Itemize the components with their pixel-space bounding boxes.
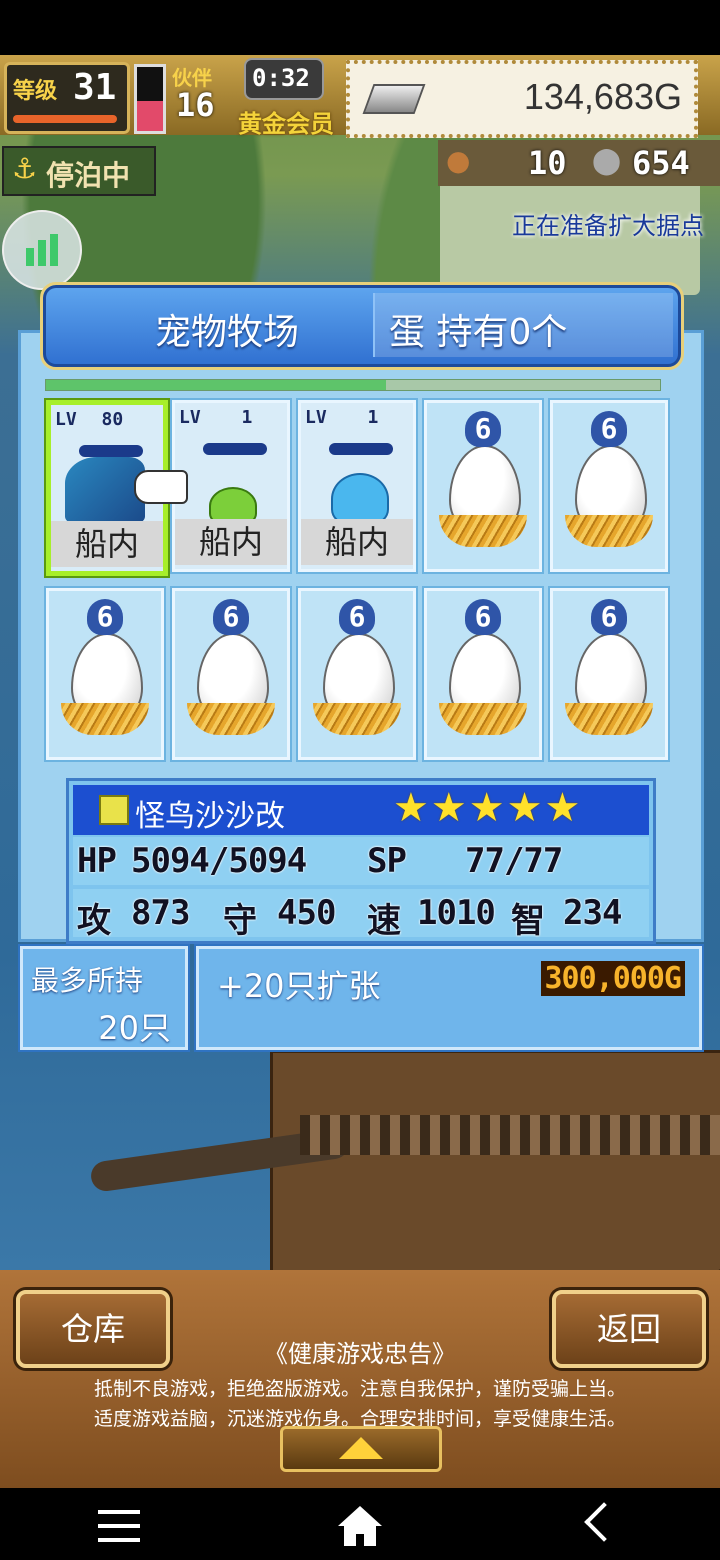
max-capacity-box: 最多所持 20只 bbox=[20, 946, 188, 1050]
def-label: 守 bbox=[223, 901, 257, 941]
dragon-pet-sprite bbox=[65, 457, 145, 523]
capacity-label: 最多所持 bbox=[31, 964, 144, 997]
bottom-bar: 仓库 返回 《健康游戏忠告》 抵制不良游戏，拒绝盗版游戏。注意自我保护，谨防受骗… bbox=[0, 1270, 720, 1488]
atk-value: 873 bbox=[131, 893, 190, 933]
nest-icon bbox=[439, 703, 527, 735]
atk-label: 攻 bbox=[77, 901, 111, 941]
pet-info-panel: 怪鸟沙沙改 ★★★★★ HP 5094/5094 SP 77/77 攻 873 … bbox=[66, 778, 656, 944]
tab-pet-ranch[interactable]: 宠物牧场 bbox=[155, 303, 299, 355]
gold-display: 134,683G bbox=[346, 60, 698, 138]
advisory-title: 《健康游戏忠告》 bbox=[264, 1340, 456, 1368]
nest-icon bbox=[439, 515, 527, 547]
nest-icon bbox=[313, 703, 401, 735]
timer-value: 0:32 bbox=[252, 64, 310, 92]
egg-slot-5[interactable]: 6 bbox=[550, 400, 668, 572]
egg-slot-7[interactable]: 6 bbox=[172, 588, 290, 760]
egg-slot-8[interactable]: 6 bbox=[298, 588, 416, 760]
gold-amount: 134,683G bbox=[523, 76, 682, 117]
menu-icon[interactable] bbox=[98, 1510, 140, 1542]
nest-icon bbox=[565, 515, 653, 547]
water-slime-pet-sprite bbox=[331, 473, 389, 525]
pet-slot-3[interactable]: LV 1 船内 bbox=[298, 400, 416, 572]
counter-b: 654 bbox=[632, 144, 690, 182]
rank-value: 16 bbox=[176, 86, 215, 124]
expand-up-button[interactable] bbox=[280, 1426, 442, 1472]
nest-icon bbox=[61, 703, 149, 735]
slot-level-bar: LV 80 bbox=[55, 409, 124, 430]
egg-number: 6 bbox=[213, 599, 249, 635]
pet-slot-2[interactable]: LV 1 船内 bbox=[172, 400, 290, 572]
chart-icon bbox=[26, 248, 34, 266]
egg-number: 6 bbox=[591, 599, 627, 635]
expand-cost: 300,000G bbox=[540, 961, 685, 996]
int-label: 智 bbox=[511, 901, 545, 941]
pet-name: 怪鸟沙沙改 bbox=[135, 799, 285, 834]
cannonball-icon: ● bbox=[446, 144, 471, 177]
egg-slot-4[interactable]: 6 bbox=[424, 400, 542, 572]
pet-name-bar: 怪鸟沙沙改 ★★★★★ bbox=[73, 785, 649, 835]
docked-badge: ⚓ 停泊中 bbox=[2, 146, 156, 196]
advisory-line-1: 抵制不良游戏，拒绝盗版游戏。注意自我保护，谨防受骗上当。 bbox=[93, 1378, 626, 1400]
pointer-hand-icon bbox=[134, 470, 188, 504]
spd-value: 1010 bbox=[417, 893, 496, 933]
sp-value: 77/77 bbox=[465, 841, 563, 881]
exp-bar bbox=[13, 115, 117, 123]
panel-progress-bar bbox=[45, 379, 661, 391]
nest-icon bbox=[565, 703, 653, 735]
slot-location-label: 船内 bbox=[301, 519, 413, 565]
anchor-icon: ⚓ bbox=[12, 152, 38, 185]
expand-label: +20只扩张 bbox=[217, 967, 381, 1005]
level-label: 等级 bbox=[13, 79, 58, 104]
sp-label: SP bbox=[367, 841, 407, 881]
panel-header: 宠物牧场 蛋 持有0个 bbox=[40, 282, 684, 370]
nest-icon bbox=[187, 703, 275, 735]
hp-value: 5094/5094 bbox=[131, 841, 307, 881]
back-nav-icon[interactable] bbox=[584, 1502, 624, 1542]
egg-number: 6 bbox=[465, 599, 501, 635]
resource-counter: ● 10 ⬤ 654 bbox=[438, 140, 720, 186]
def-value: 450 bbox=[277, 893, 336, 933]
base-notice: 正在准备扩大据点 bbox=[512, 212, 704, 240]
expand-capacity-button[interactable]: +20只扩张 300,000G bbox=[196, 946, 702, 1050]
membership-label: 黄金会员 bbox=[238, 110, 334, 138]
stats-float-button[interactable] bbox=[2, 210, 82, 290]
capacity-value: 20只 bbox=[98, 1009, 171, 1047]
stat-row-hp-sp: HP 5094/5094 SP 77/77 bbox=[73, 837, 649, 885]
egg-count: 蛋 持有0个 bbox=[389, 312, 568, 353]
int-value: 234 bbox=[563, 893, 622, 933]
spd-label: 速 bbox=[367, 901, 401, 941]
egg-slot-6[interactable]: 6 bbox=[46, 588, 164, 760]
egg-slot-10[interactable]: 6 bbox=[550, 588, 668, 760]
hp-label: HP bbox=[77, 841, 117, 881]
stamina-gauge bbox=[134, 64, 166, 134]
docked-text: 停泊中 bbox=[46, 159, 131, 192]
slot-location-label: 船内 bbox=[51, 521, 163, 567]
slot-level-bar: LV 1 bbox=[305, 407, 379, 428]
stat-row-attributes: 攻 873 守 450 速 1010 智 234 bbox=[73, 889, 649, 941]
counter-a: 10 bbox=[528, 144, 567, 182]
slot-location-label: 船内 bbox=[175, 519, 287, 565]
egg-number: 6 bbox=[87, 599, 123, 635]
rarity-stars: ★★★★★ bbox=[393, 785, 583, 831]
system-navigation-bar bbox=[0, 1488, 720, 1560]
egg-number: 6 bbox=[465, 411, 501, 447]
slot-level-bar: LV 1 bbox=[179, 407, 253, 428]
timer-box: 0:32 bbox=[244, 58, 324, 100]
status-bar bbox=[0, 0, 720, 55]
arrow-up-icon bbox=[339, 1437, 383, 1459]
pet-slot-grid: LV 80 船内 LV 1 船内 LV 1 船内 6 6 6 6 6 6 6 bbox=[46, 400, 672, 764]
egg-slot-9[interactable]: 6 bbox=[424, 588, 542, 760]
egg-number: 6 bbox=[591, 411, 627, 447]
coin-icon: ⬤ bbox=[592, 146, 622, 176]
egg-number: 6 bbox=[339, 599, 375, 635]
gold-bar-icon bbox=[362, 84, 426, 114]
home-icon[interactable] bbox=[338, 1506, 382, 1546]
element-icon bbox=[99, 795, 129, 825]
level-box: 等级 31 bbox=[4, 62, 130, 134]
level-value: 31 bbox=[73, 67, 117, 108]
